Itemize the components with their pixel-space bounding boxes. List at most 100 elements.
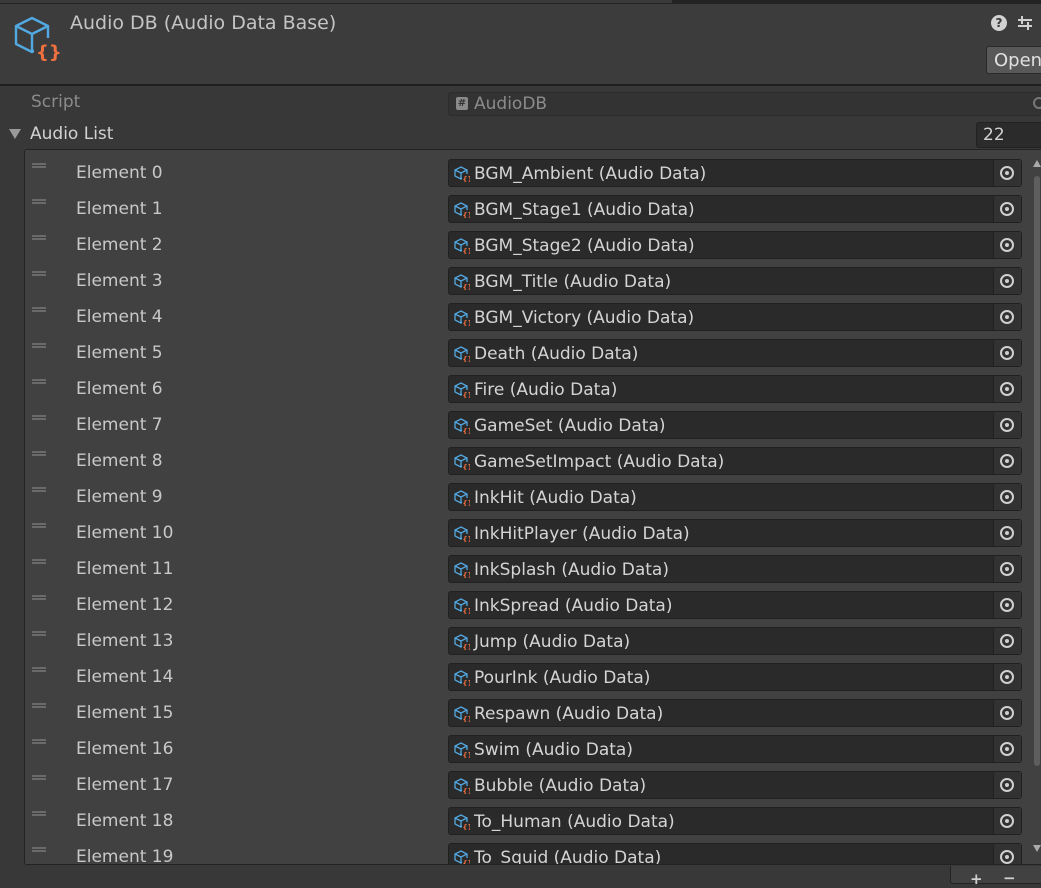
foldout-arrow-icon[interactable] [9,129,21,139]
drag-handle-icon[interactable] [32,271,46,276]
list-size-input[interactable]: 22 [976,122,1041,148]
svg-text:{}: {} [463,536,471,543]
drag-handle-icon[interactable] [32,703,46,708]
object-field[interactable]: {}To_Squid (Audio Data) [448,843,1022,864]
object-picker-button[interactable] [993,340,1021,366]
audio-data-asset-icon: {} [454,706,470,722]
drag-handle-icon[interactable] [32,307,46,312]
script-label: Script [31,92,81,112]
svg-text:{}: {} [463,680,471,687]
drag-handle-icon[interactable] [32,631,46,636]
object-field-value: PourInk (Audio Data) [474,668,651,688]
drag-handle-icon[interactable] [32,739,46,744]
object-picker-dot [1005,351,1009,355]
object-picker-button[interactable] [993,772,1021,798]
object-field-value: InkHitPlayer (Audio Data) [474,524,690,544]
audio-data-asset-icon: {} [454,166,470,182]
object-picker-button[interactable] [993,412,1021,438]
element-label: Element 15 [76,703,174,723]
svg-text:{}: {} [463,320,471,327]
object-field[interactable]: {}Swim (Audio Data) [448,735,1022,763]
list-item: Element 12 {}InkSpread (Audio Data) [25,584,1035,620]
element-label: Element 18 [76,811,174,831]
audio-data-asset-icon: {} [454,418,470,434]
drag-handle-icon[interactable] [32,811,46,816]
object-picker-button[interactable] [993,196,1021,222]
object-field[interactable]: {}InkHitPlayer (Audio Data) [448,519,1022,547]
list-item: Element 11 {}InkSplash (Audio Data) [25,548,1035,584]
audio-data-asset-icon: {} [454,850,470,864]
object-picker-button[interactable] [993,232,1021,258]
object-picker-button[interactable] [993,700,1021,726]
drag-handle-icon[interactable] [32,379,46,384]
object-picker-button[interactable] [993,484,1021,510]
object-picker-dot [1005,711,1009,715]
drag-handle-icon[interactable] [32,667,46,672]
drag-handle-icon[interactable] [32,523,46,528]
list-item: Element 7 {}GameSet (Audio Data) [25,404,1035,440]
object-field-value: GameSet (Audio Data) [474,416,666,436]
object-picker-button[interactable] [993,556,1021,582]
object-field[interactable]: {}GameSetImpact (Audio Data) [448,447,1022,475]
object-field[interactable]: {}Death (Audio Data) [448,339,1022,367]
object-field[interactable]: {}PourInk (Audio Data) [448,663,1022,691]
object-picker-button[interactable] [993,268,1021,294]
object-field[interactable]: {}Respawn (Audio Data) [448,699,1022,727]
object-picker-button[interactable] [993,808,1021,834]
drag-handle-icon[interactable] [32,595,46,600]
object-field[interactable]: {}BGM_Victory (Audio Data) [448,303,1022,331]
object-field[interactable]: {}InkSplash (Audio Data) [448,555,1022,583]
help-icon[interactable]: ? [991,15,1007,31]
scroll-thumb[interactable] [1034,176,1040,766]
drag-handle-icon[interactable] [32,163,46,168]
object-field[interactable]: {}Fire (Audio Data) [448,375,1022,403]
drag-handle-icon[interactable] [32,487,46,492]
object-field[interactable]: {}BGM_Stage2 (Audio Data) [448,231,1022,259]
audio-data-asset-icon: {} [454,814,470,830]
drag-handle-icon[interactable] [32,415,46,420]
element-label: Element 13 [76,631,174,651]
object-picker-button[interactable] [993,844,1021,864]
object-picker-button[interactable] [993,160,1021,186]
list-item: Element 4 {}BGM_Victory (Audio Data) [25,296,1035,332]
object-picker-button[interactable] [993,448,1021,474]
object-field[interactable]: {}InkSpread (Audio Data) [448,591,1022,619]
object-picker-button[interactable] [993,628,1021,654]
drag-handle-icon[interactable] [32,343,46,348]
scroll-up-arrow-icon[interactable] [1033,160,1041,167]
drag-handle-icon[interactable] [32,775,46,780]
drag-handle-icon[interactable] [32,847,46,852]
object-picker-button[interactable] [993,376,1021,402]
object-field[interactable]: {}BGM_Stage1 (Audio Data) [448,195,1022,223]
open-button[interactable]: Open [986,46,1041,74]
object-field[interactable]: {}To_Human (Audio Data) [448,807,1022,835]
element-label: Element 19 [76,847,174,865]
element-label: Element 11 [76,559,174,579]
object-picker-button[interactable] [993,592,1021,618]
drag-handle-icon[interactable] [32,199,46,204]
object-field-value: Swim (Audio Data) [474,740,633,760]
object-field[interactable]: {}GameSet (Audio Data) [448,411,1022,439]
object-picker-button[interactable] [993,520,1021,546]
object-field-value: BGM_Victory (Audio Data) [474,308,695,328]
svg-text:{}: {} [463,464,471,471]
object-field[interactable]: {}BGM_Title (Audio Data) [448,267,1022,295]
object-picker-button[interactable] [993,664,1021,690]
element-label: Element 1 [76,199,163,219]
scroll-down-arrow-icon[interactable] [1033,845,1041,852]
element-label: Element 17 [76,775,174,795]
object-picker-button[interactable] [993,304,1021,330]
object-field[interactable]: {}Jump (Audio Data) [448,627,1022,655]
object-picker-button[interactable] [993,736,1021,762]
audio-list-label[interactable]: Audio List [30,124,113,144]
drag-handle-icon[interactable] [32,451,46,456]
drag-handle-icon[interactable] [32,559,46,564]
object-field[interactable]: {}BGM_Ambient (Audio Data) [448,159,1022,187]
settings-sliders-icon[interactable] [1016,14,1034,32]
object-field[interactable]: {}InkHit (Audio Data) [448,483,1022,511]
add-element-button[interactable]: + [970,872,983,887]
object-picker-dot [1005,279,1009,283]
svg-text:{}: {} [463,284,471,291]
drag-handle-icon[interactable] [32,235,46,240]
object-field[interactable]: {}Bubble (Audio Data) [448,771,1022,799]
